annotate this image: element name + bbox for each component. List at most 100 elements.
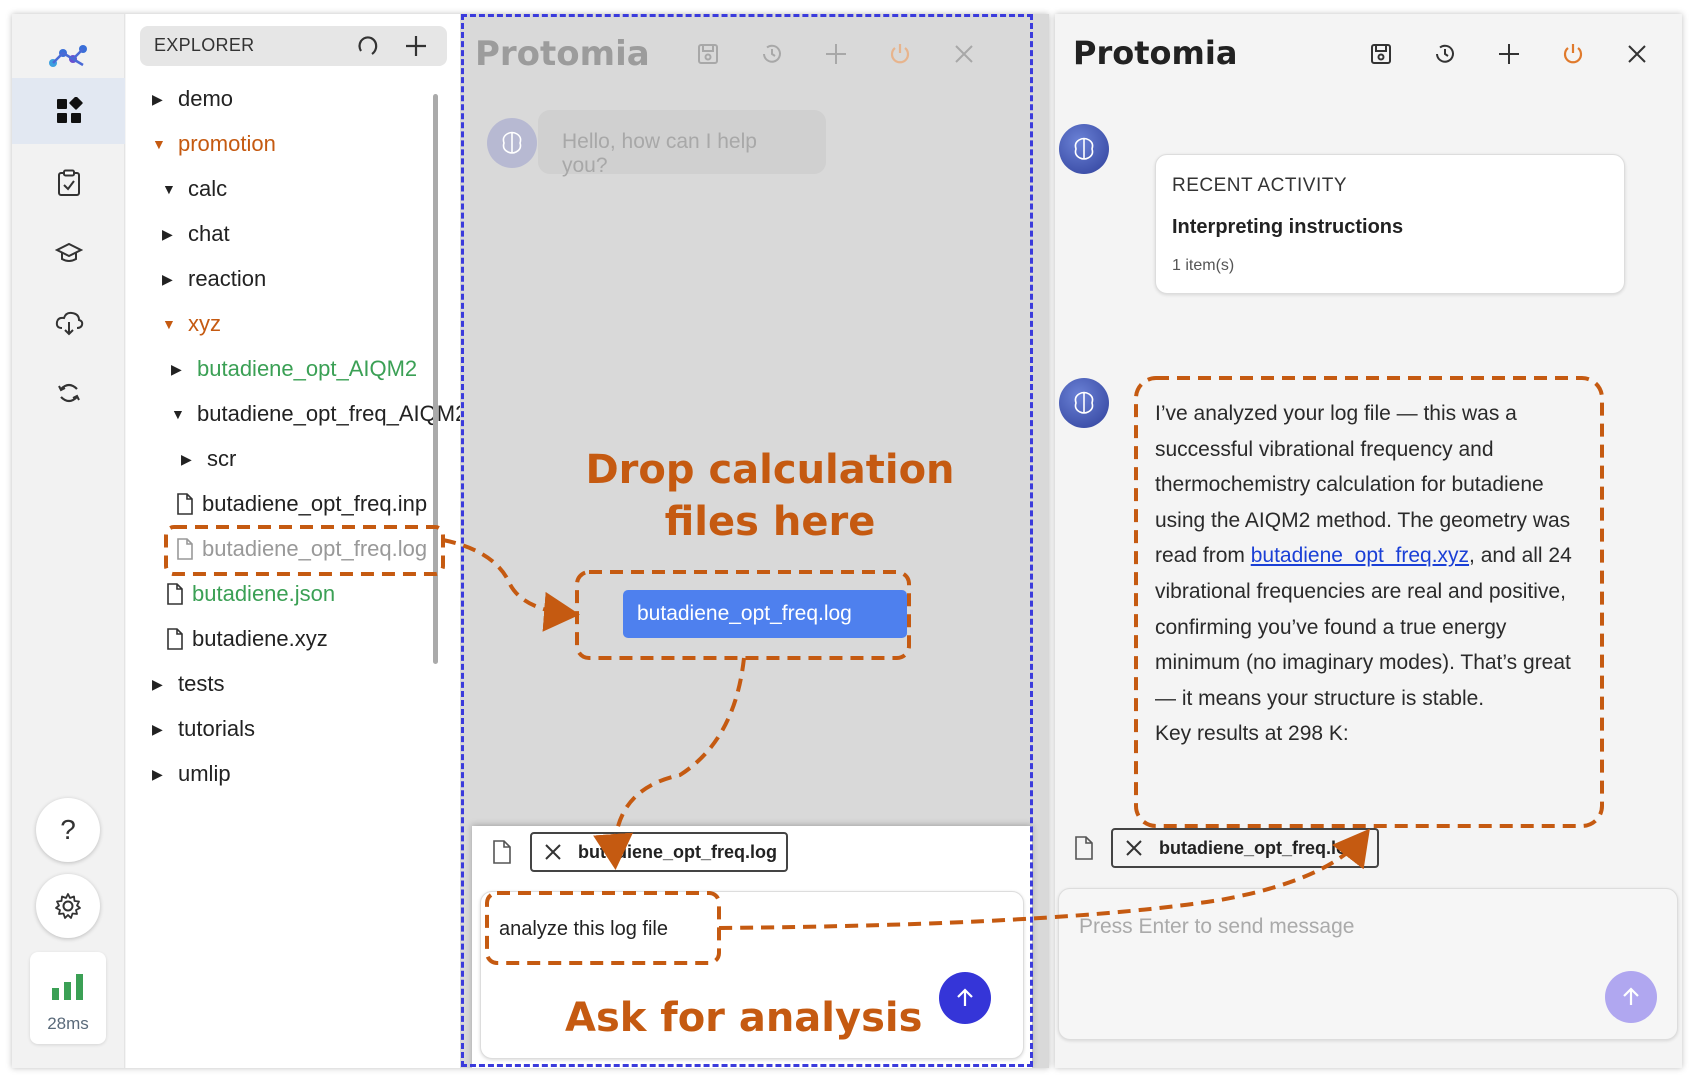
caret-right-icon: ▶ xyxy=(152,90,163,107)
message-input[interactable]: Press Enter to send message xyxy=(1058,888,1678,1040)
tree-label: butadiene_opt_freq_AIQM2 xyxy=(197,401,468,426)
arrow-up-icon xyxy=(1623,987,1639,1005)
ask-hint: Ask for analysis xyxy=(565,995,923,1041)
tree-folder-promotion[interactable]: ▼ promotion xyxy=(152,126,276,162)
settings-button[interactable] xyxy=(36,874,100,938)
caret-right-icon: ▶ xyxy=(171,360,182,377)
recent-activity-count: 1 item(s) xyxy=(1172,257,1235,274)
send-button[interactable] xyxy=(1605,971,1657,1023)
dragged-file-chip[interactable]: butadiene_opt_freq.log xyxy=(623,590,907,638)
tree-label: reaction xyxy=(188,266,267,291)
message-input[interactable]: analyze this log file Ask for analysis xyxy=(480,891,1024,1059)
caret-right-icon: ▶ xyxy=(152,720,163,737)
caret-down-icon: ▼ xyxy=(171,406,185,422)
send-button[interactable] xyxy=(939,972,991,1024)
close-button[interactable] xyxy=(1619,36,1655,72)
chat-title: Protomia xyxy=(1073,34,1238,72)
tree-label: butadiene.xyz xyxy=(192,626,328,651)
power-button[interactable] xyxy=(1555,36,1591,72)
power-button[interactable] xyxy=(882,36,918,72)
history-button[interactable] xyxy=(1427,36,1463,72)
tree-label: butadiene.json xyxy=(192,581,336,606)
brain-icon xyxy=(1074,137,1094,160)
chat-panel-dragover: Protomia Hello, how can I help you? Drop… xyxy=(460,14,1049,1068)
recent-activity-title: Interpreting instructions xyxy=(1172,216,1404,238)
tree-label: tutorials xyxy=(178,716,256,741)
power-icon xyxy=(1563,44,1583,64)
save-button[interactable] xyxy=(690,36,726,72)
screenshot-composite: ? 28ms EXPLORER ▶ demo ▼ promotion ▼ cal… xyxy=(0,0,1705,1079)
new-chat-button[interactable] xyxy=(1491,36,1527,72)
latency-value: 28ms xyxy=(47,1014,89,1033)
tree-folder-calc[interactable]: ▼ calc xyxy=(162,171,227,207)
explorer-scrollbar[interactable] xyxy=(433,94,438,664)
cloud-download-icon xyxy=(55,311,83,336)
xyz-file-link[interactable]: butadiene_opt_freq.xyz xyxy=(1251,544,1469,567)
assistant-analysis-message: I’ve analyzed your log file — this was a… xyxy=(1155,396,1595,752)
activity-tasks[interactable] xyxy=(12,150,125,216)
plus-icon xyxy=(1499,44,1519,64)
assistant-avatar xyxy=(1059,124,1109,174)
plus-icon xyxy=(826,44,846,64)
tree-label: calc xyxy=(188,176,228,201)
greeting-message: Hello, how can I help you? xyxy=(538,110,826,177)
tree-folder-tutorials[interactable]: ▶ tutorials xyxy=(152,711,255,747)
tree-folder-tests[interactable]: ▶ tests xyxy=(152,666,224,702)
tree-file-json[interactable]: butadiene.json xyxy=(166,576,335,612)
assistant-avatar xyxy=(1059,378,1109,428)
save-icon xyxy=(1371,44,1391,64)
tree-file-inp[interactable]: butadiene_opt_freq.inp xyxy=(176,486,427,522)
tree-label: chat xyxy=(188,221,230,246)
attachment-chip[interactable]: butadiene_opt_freq.log xyxy=(1111,828,1379,868)
app-window-left: ? 28ms EXPLORER ▶ demo ▼ promotion ▼ cal… xyxy=(12,14,1049,1068)
close-button[interactable] xyxy=(946,36,982,72)
caret-right-icon: ▶ xyxy=(152,675,163,692)
tree-folder-reaction[interactable]: ▶ reaction xyxy=(162,261,266,297)
caret-right-icon: ▶ xyxy=(181,450,192,467)
new-file-plus-icon[interactable] xyxy=(404,34,428,58)
attachment-name: butadiene_opt_freq.log xyxy=(578,841,778,862)
tree-label: xyz xyxy=(188,311,221,336)
help-button[interactable]: ? xyxy=(36,798,100,862)
remove-attachment-icon[interactable] xyxy=(1125,839,1143,857)
assistant-avatar xyxy=(487,118,537,168)
explorer-header: EXPLORER xyxy=(140,26,447,66)
remove-attachment-icon[interactable] xyxy=(544,843,562,861)
tree-folder-chat[interactable]: ▶ chat xyxy=(162,216,230,252)
analysis-text-part2: , and all 24 vibrational frequencies are… xyxy=(1155,544,1572,710)
tree-file-log[interactable]: butadiene_opt_freq.log xyxy=(176,531,427,567)
file-icon xyxy=(177,538,193,560)
file-explorer: EXPLORER ▶ demo ▼ promotion ▼ calc ▶ chat ▶ r… xyxy=(126,14,467,1068)
activity-dashboard[interactable] xyxy=(12,78,125,144)
chat-input-panel: butadiene_opt_freq.log analyze this log … xyxy=(472,826,1032,1068)
analysis-key-results: Key results at 298 K: xyxy=(1155,722,1349,746)
arrow-up-icon xyxy=(957,988,973,1006)
tree-folder-butadiene-opt-aiqm2[interactable]: ▶ butadiene_opt_AIQM2 xyxy=(171,351,417,387)
tree-folder-butadiene-opt-freq-aiqm2[interactable]: ▼ butadiene_opt_freq_AIQM2 xyxy=(171,396,467,432)
recent-activity-heading: RECENT ACTIVITY xyxy=(1172,175,1348,196)
message-input-value: analyze this log file xyxy=(499,918,668,940)
chat-title: Protomia xyxy=(475,34,650,74)
tree-label: butadiene_opt_freq.log xyxy=(202,536,428,561)
tree-folder-xyz[interactable]: ▼ xyz xyxy=(162,306,221,342)
activity-sync[interactable] xyxy=(12,360,125,426)
close-icon xyxy=(955,45,973,63)
recent-activity-card[interactable]: RECENT ACTIVITY Interpreting instruction… xyxy=(1155,154,1625,294)
caret-right-icon: ▶ xyxy=(152,765,163,782)
save-button[interactable] xyxy=(1363,36,1399,72)
tree-folder-umlip[interactable]: ▶ umlip xyxy=(152,756,231,792)
refresh-icon[interactable] xyxy=(356,34,380,58)
help-icon: ? xyxy=(60,814,76,845)
dashboard-icon xyxy=(56,97,83,123)
new-chat-button[interactable] xyxy=(818,36,854,72)
tree-file-xyz[interactable]: butadiene.xyz xyxy=(166,621,328,657)
history-button[interactable] xyxy=(754,36,790,72)
activity-learn[interactable] xyxy=(12,220,125,286)
history-icon xyxy=(763,44,781,63)
activity-bar: ? 28ms xyxy=(12,14,125,1068)
tree-folder-demo[interactable]: ▶ demo xyxy=(152,81,233,117)
file-icon xyxy=(167,583,183,605)
tree-folder-scr[interactable]: ▶ scr xyxy=(181,441,236,477)
activity-cloud[interactable] xyxy=(12,290,125,356)
attachment-chip[interactable]: butadiene_opt_freq.log xyxy=(530,832,788,872)
